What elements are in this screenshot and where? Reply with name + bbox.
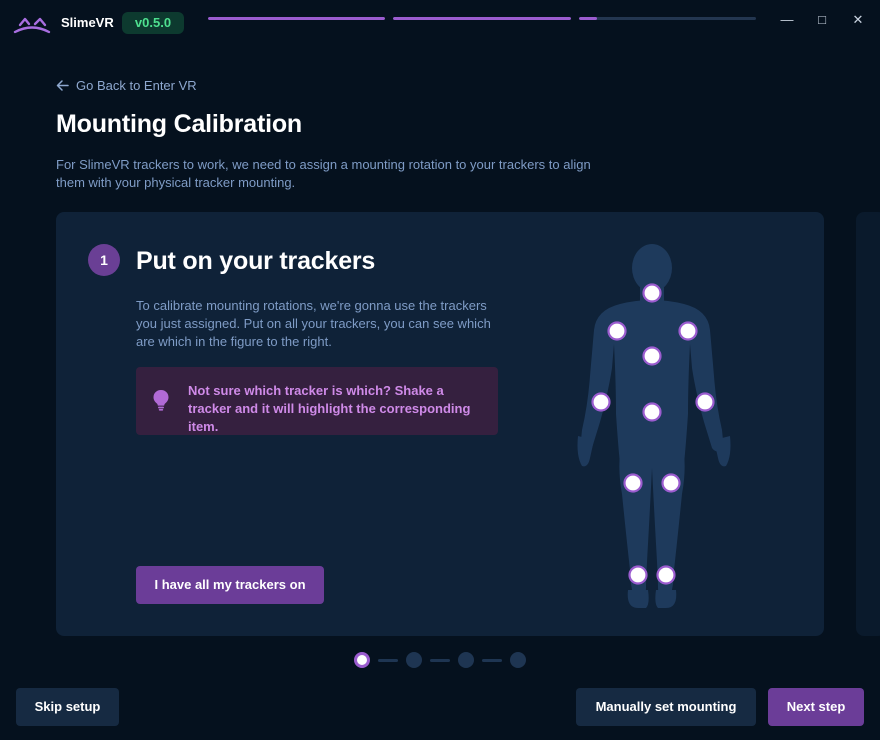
body-figure [577,244,731,608]
step-title: Put on your trackers [136,247,376,275]
skip-setup-button[interactable]: Skip setup [16,688,119,726]
lightbulb-icon [153,390,169,411]
page-dot-1[interactable] [354,652,370,668]
progress-fill [579,17,597,20]
step-card: 1 Put on your trackers To calibrate moun… [56,212,824,636]
next-step-button[interactable]: Next step [768,688,864,726]
tracker-dot-right-upper-arm [678,321,698,341]
page-connector [378,659,398,662]
wizard-progress-segment-1 [208,17,385,20]
tracker-dot-right-lower-arm [695,392,715,412]
page-dot-3[interactable] [458,652,474,668]
back-link[interactable]: Go Back to Enter VR [56,77,197,93]
maximize-button[interactable]: □ [811,10,833,30]
tracker-dot-left-upper-leg [623,473,643,493]
title-bar: SlimeVR v0.5.0 — □ ✕ [0,0,880,40]
page-title: Mounting Calibration [56,110,302,138]
tracker-dot-left-upper-arm [607,321,627,341]
wizard-progress-segment-3 [579,17,756,20]
tracker-dot-right-lower-leg [656,565,676,585]
tip-box: Not sure which tracker is which? Shake a… [136,367,498,435]
page-description: For SlimeVR trackers to work, we need to… [56,157,591,190]
tracker-dot-left-lower-arm [591,392,611,412]
arrow-left-icon [56,79,69,91]
progress-fill [208,17,385,20]
tracker-dot-hip [642,402,662,422]
page-connector [482,659,502,662]
progress-fill [393,17,571,20]
tip-text: Not sure which tracker is which? Shake a… [188,383,471,434]
step-description: To calibrate mounting rotations, we're g… [136,298,491,349]
tracker-dot-chest [642,346,662,366]
tracker-dot-left-lower-leg [628,565,648,585]
app-name: SlimeVR [61,15,114,30]
wizard-progress-segment-2 [393,17,571,20]
slimevr-logo-icon [13,17,51,34]
back-link-label: Go Back to Enter VR [76,77,197,93]
version-badge: v0.5.0 [122,12,184,34]
page-dot-4[interactable] [510,652,526,668]
next-card-preview [856,212,880,636]
page-connector [430,659,450,662]
close-button[interactable]: ✕ [847,10,869,30]
tracker-dot-right-upper-leg [661,473,681,493]
step-pagination [354,652,526,668]
step-number-badge: 1 [88,244,120,276]
page-dot-2[interactable] [406,652,422,668]
manual-mounting-button[interactable]: Manually set mounting [576,688,756,726]
tracker-dot-head [642,283,662,303]
trackers-on-button[interactable]: I have all my trackers on [136,566,324,604]
minimize-button[interactable]: — [776,10,798,30]
